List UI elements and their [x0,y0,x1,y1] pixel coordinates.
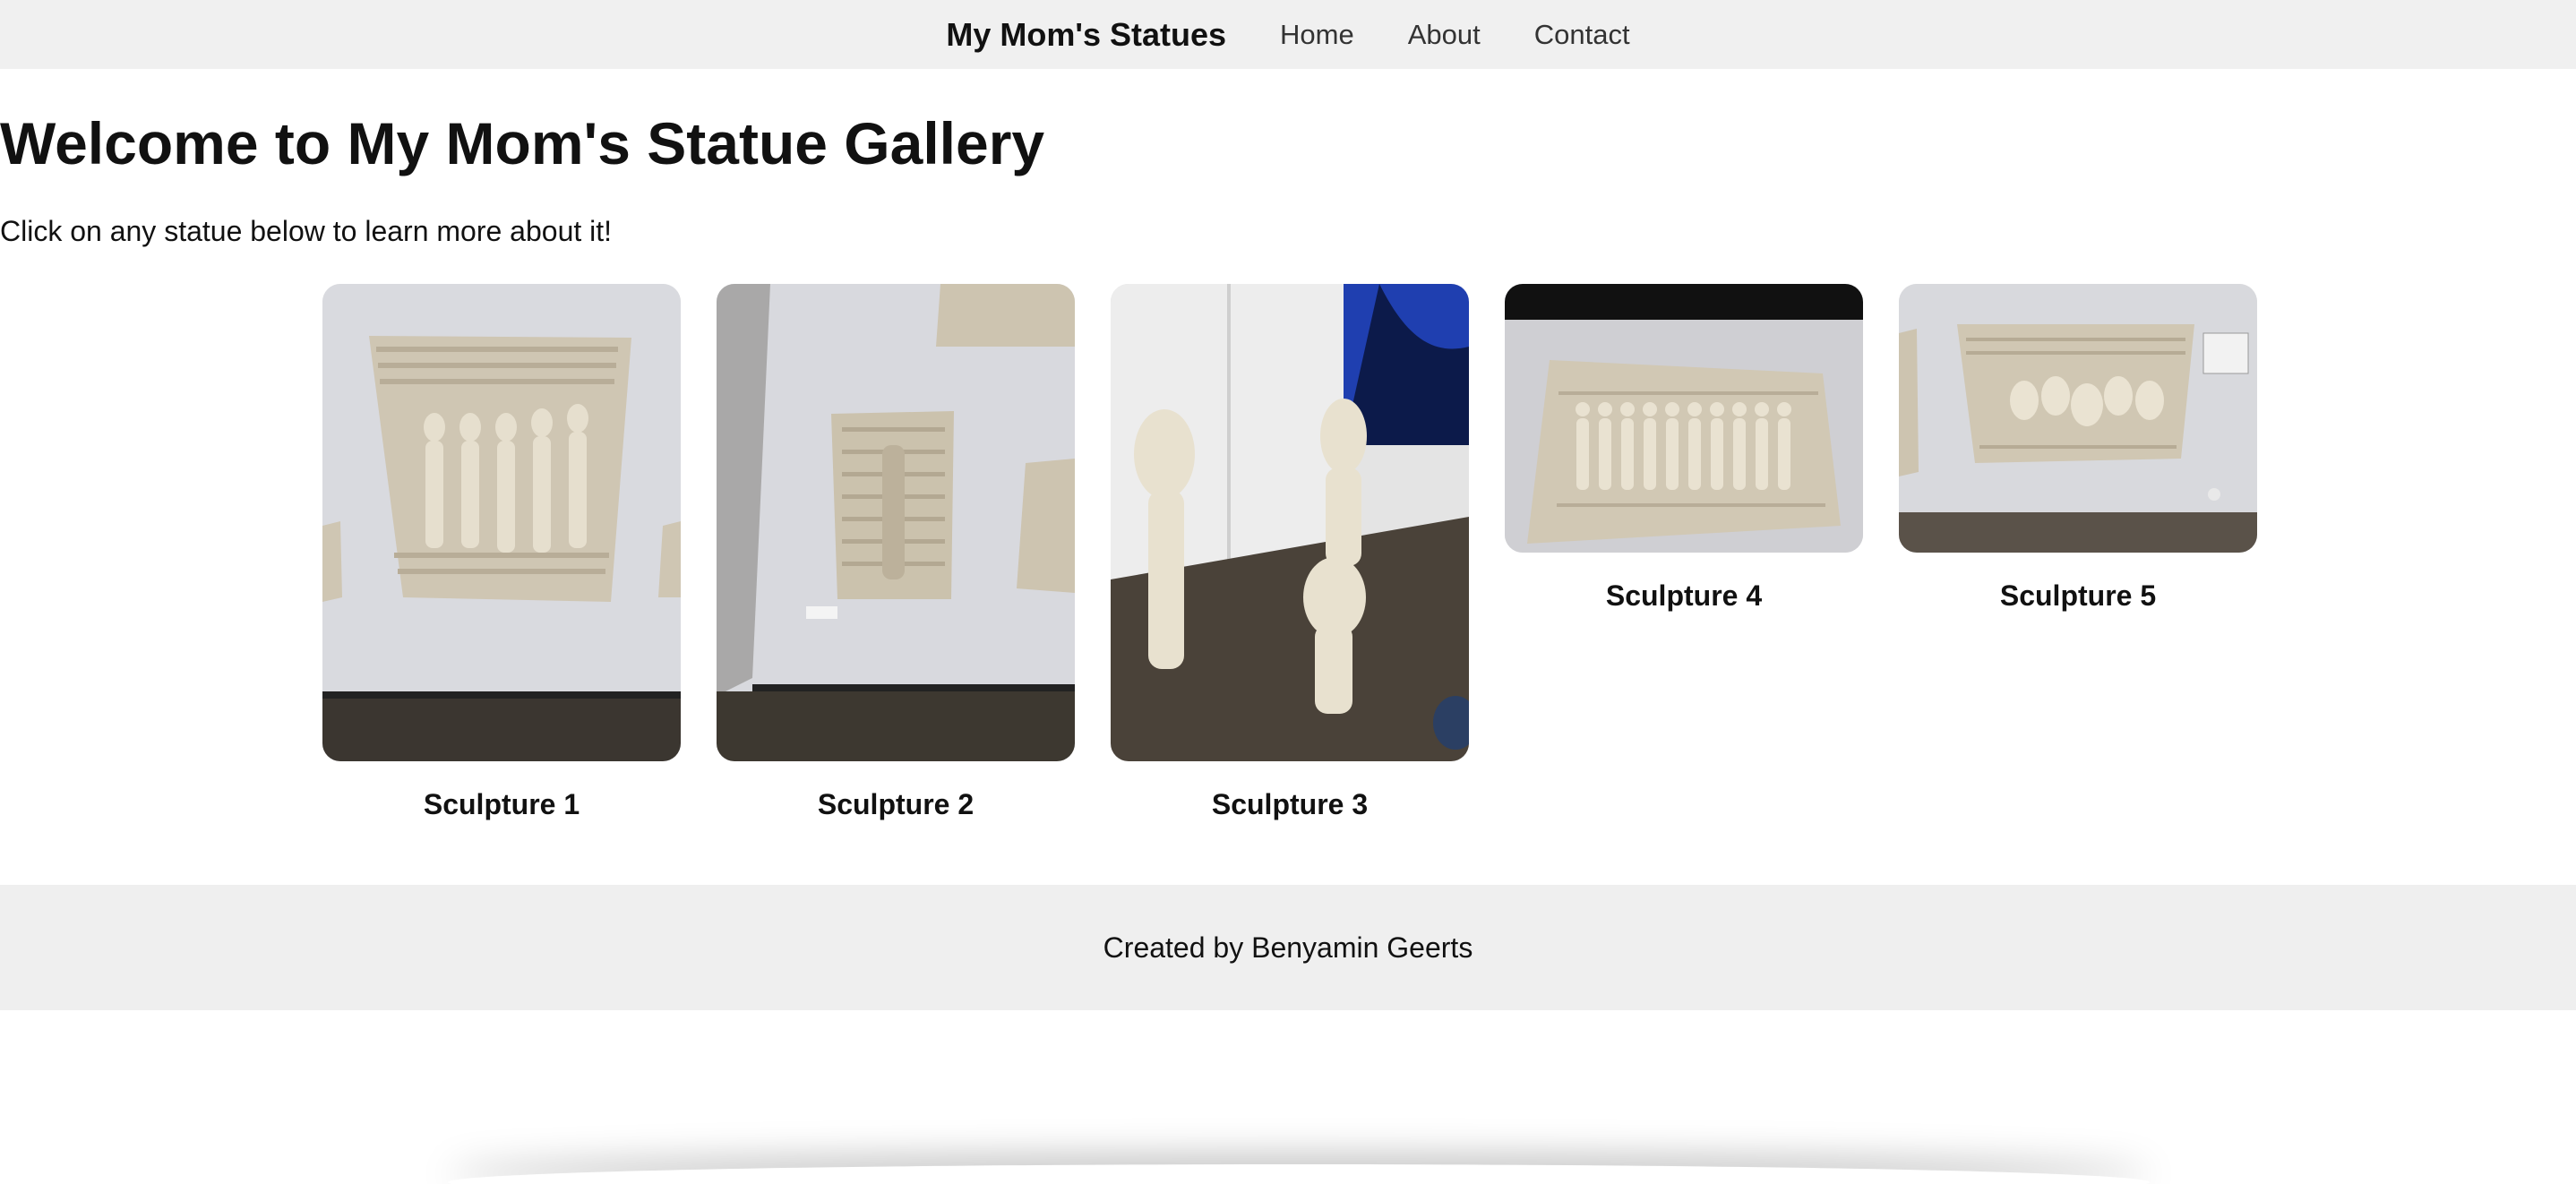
navbar: My Mom's Statues Home About Contact [0,0,2576,69]
page-title: Welcome to My Mom's Statue Gallery [0,110,1045,176]
sculpture-caption-5[interactable]: Sculpture 5 [1899,578,2257,613]
site-brand[interactable]: My Mom's Statues [946,16,1226,54]
nav-link-contact[interactable]: Contact [1534,19,1630,51]
sculpture-image-1[interactable] [322,284,681,761]
sculpture-card-2[interactable]: Sculpture 2 [717,284,1075,822]
sculpture-card-4[interactable]: Sculpture 4 [1505,284,1863,613]
sculpture-caption-4[interactable]: Sculpture 4 [1505,578,1863,613]
nav-inner: My Mom's Statues Home About Contact [946,16,1629,54]
sculpture-card-5[interactable]: Sculpture 5 [1899,284,2257,613]
sculpture-caption-3[interactable]: Sculpture 3 [1111,786,1469,822]
sculpture-caption-1[interactable]: Sculpture 1 [322,786,681,822]
sculpture-card-3[interactable]: Sculpture 3 [1111,284,1469,822]
sculpture-caption-2[interactable]: Sculpture 2 [717,786,1075,822]
sculpture-image-4[interactable] [1505,284,1863,553]
footer-credit: Created by Benyamin Geerts [1103,931,1473,964]
window-bottom-shadow [448,1164,2150,1184]
footer: Created by Benyamin Geerts [0,885,2576,1010]
sculpture-image-2[interactable] [717,284,1075,761]
nav-link-home[interactable]: Home [1280,19,1354,51]
sculpture-image-5[interactable] [1899,284,2257,553]
nav-link-about[interactable]: About [1408,19,1481,51]
sculpture-card-1[interactable]: Sculpture 1 [322,284,681,822]
intro-text: Click on any statue below to learn more … [0,215,613,247]
sculpture-image-3[interactable] [1111,284,1469,761]
